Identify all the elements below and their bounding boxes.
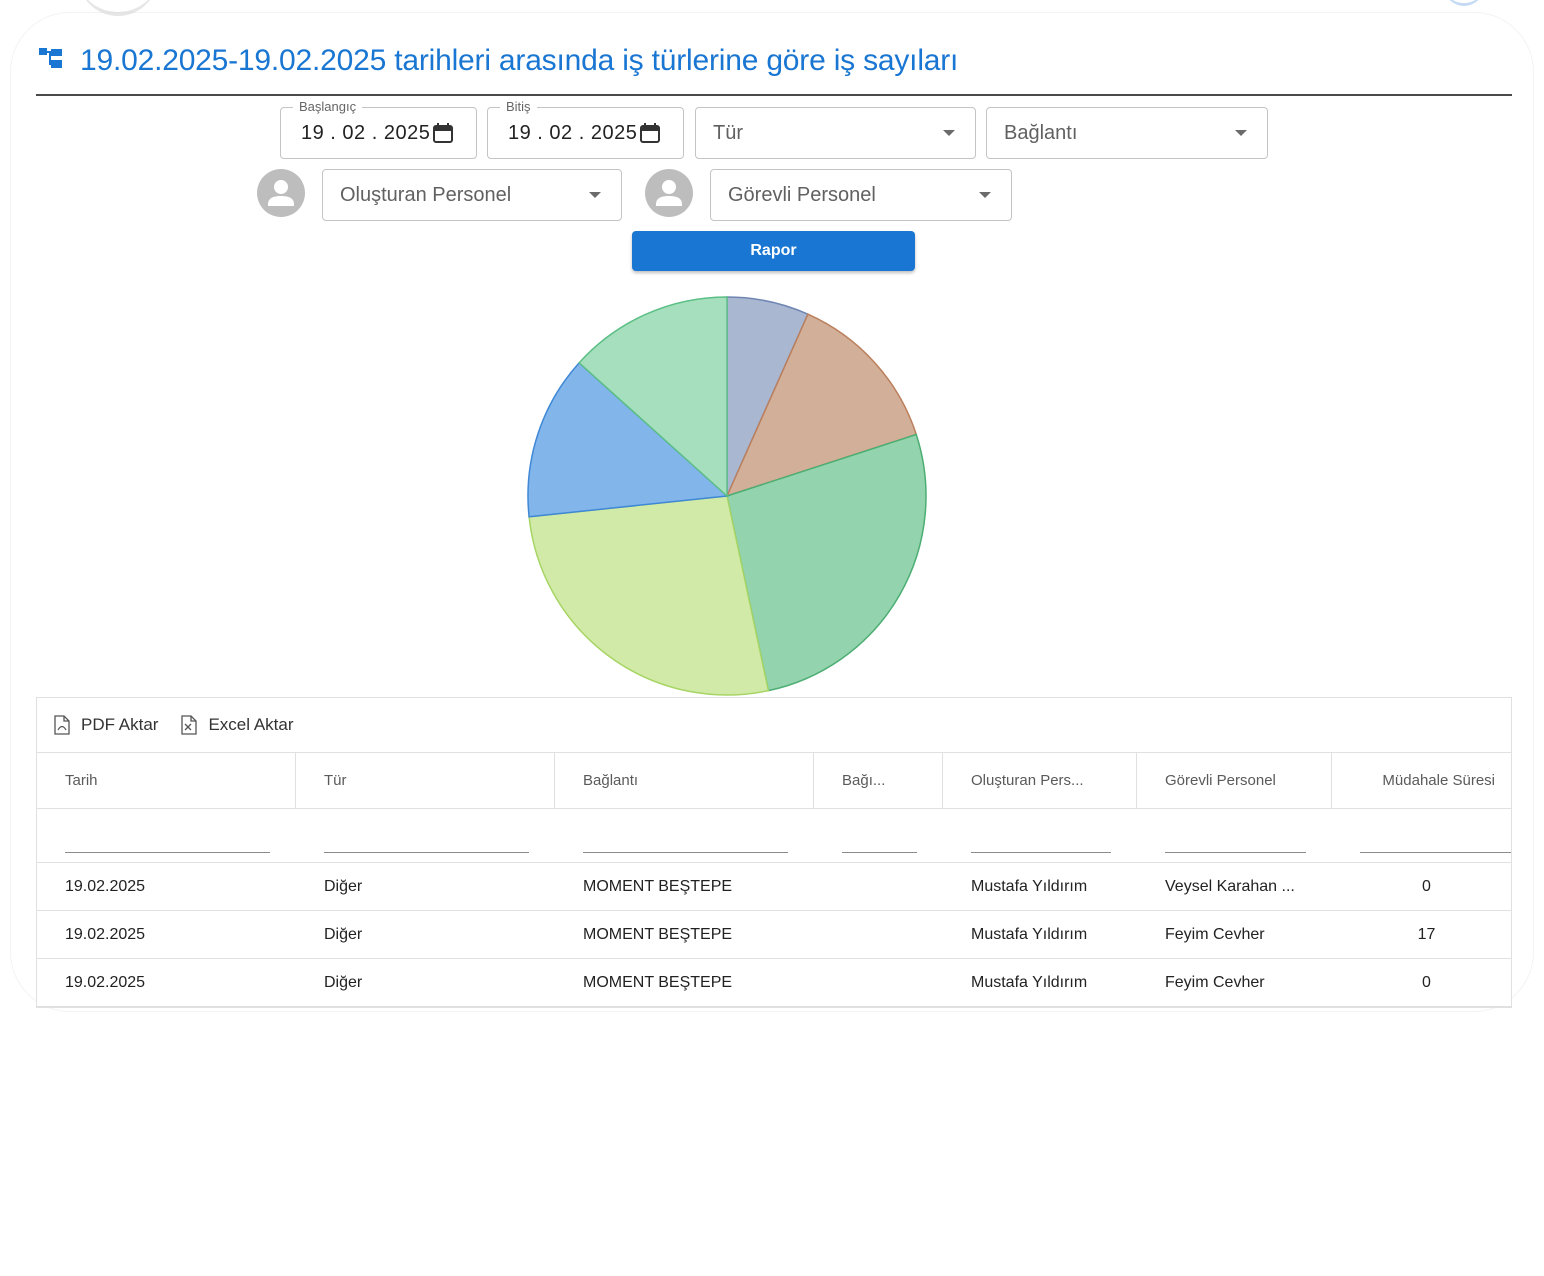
- cell-connection: MOMENT BEŞTEPE: [583, 877, 733, 895]
- cell-creator: Mustafa Yıldırım: [971, 973, 1088, 991]
- start-date-label: Başlangıç: [293, 99, 363, 114]
- column-header-assignee[interactable]: Görevli Personel: [1137, 753, 1332, 808]
- report-button[interactable]: Rapor: [632, 231, 915, 271]
- cell-assignee: Feyim Cevher: [1165, 925, 1265, 943]
- cell-date: 19.02.2025: [65, 877, 146, 895]
- assignee-select[interactable]: Görevli Personel: [710, 169, 1012, 221]
- cell-type: Diğer: [324, 877, 363, 895]
- decorative-arc: [78, 0, 158, 16]
- chevron-down-icon: [589, 192, 601, 198]
- column-header-connection-2[interactable]: Bağı...: [814, 753, 943, 808]
- end-date-label: Bitiş: [500, 99, 537, 114]
- pie-slice-4[interactable]: [528, 495, 770, 696]
- filter-input-type[interactable]: [296, 809, 555, 862]
- page-header: 19.02.2025-19.02.2025 tarihleri arasında…: [36, 40, 1512, 96]
- table-row[interactable]: 19.02.2025 Diğer MOMENT BEŞTEPE Mustafa …: [37, 959, 1511, 1007]
- filter-input-assignee[interactable]: [1137, 809, 1332, 862]
- cell-date: 19.02.2025: [65, 925, 146, 943]
- page-title: 19.02.2025-19.02.2025 tarihleri arasında…: [80, 44, 959, 77]
- cell-type: Diğer: [324, 925, 363, 943]
- cell-date: 19.02.2025: [65, 973, 146, 991]
- grid-toolbar: PDF Aktar Excel Aktar: [37, 698, 1511, 753]
- pdf-icon: [54, 715, 70, 735]
- chevron-down-icon: [943, 130, 955, 136]
- grid-header-row: Tarih Tür Bağlantı Bağı... Oluşturan Per…: [37, 753, 1511, 809]
- end-date-value: 19 . 02 . 2025: [508, 121, 638, 144]
- excel-export-button[interactable]: Excel Aktar: [180, 715, 294, 735]
- cell-connection-2: [814, 911, 943, 958]
- connection-select[interactable]: Bağlantı: [986, 107, 1268, 159]
- assignee-avatar-icon: [645, 169, 693, 217]
- creator-avatar-icon: [257, 169, 305, 217]
- cell-connection-2: [814, 959, 943, 1006]
- filter-input-duration[interactable]: [1332, 809, 1511, 862]
- cell-connection: MOMENT BEŞTEPE: [583, 925, 733, 943]
- column-header-creator[interactable]: Oluşturan Pers...: [943, 753, 1137, 808]
- chevron-down-icon: [1235, 130, 1247, 136]
- table-row[interactable]: 19.02.2025 Diğer MOMENT BEŞTEPE Mustafa …: [37, 863, 1511, 911]
- cell-type: Diğer: [324, 973, 363, 991]
- cell-creator: Mustafa Yıldırım: [971, 925, 1088, 943]
- excel-export-label: Excel Aktar: [208, 715, 294, 734]
- start-date-value: 19 . 02 . 2025: [301, 121, 431, 144]
- pie-chart: [527, 296, 927, 696]
- end-date-field[interactable]: Bitiş 19 . 02 . 2025: [487, 99, 684, 159]
- pdf-export-label: PDF Aktar: [81, 715, 159, 734]
- chevron-down-icon: [979, 192, 991, 198]
- filter-input-connection-2[interactable]: [814, 809, 943, 862]
- hierarchy-icon: [39, 48, 62, 68]
- cell-creator: Mustafa Yıldırım: [971, 877, 1088, 895]
- cell-connection-2: [814, 863, 943, 910]
- excel-icon: [181, 715, 198, 735]
- column-header-date[interactable]: Tarih: [37, 753, 296, 808]
- cell-duration: 17: [1417, 925, 1436, 943]
- calendar-icon[interactable]: [432, 122, 454, 144]
- cell-duration: 0: [1422, 973, 1431, 991]
- grid-filter-row: [37, 809, 1511, 863]
- cell-connection: MOMENT BEŞTEPE: [583, 973, 733, 991]
- column-header-type[interactable]: Tür: [296, 753, 555, 808]
- filter-input-connection[interactable]: [555, 809, 814, 862]
- type-select-placeholder: Tür: [713, 121, 743, 144]
- cell-assignee: Veysel Karahan ...: [1165, 877, 1295, 895]
- table-row[interactable]: 19.02.2025 Diğer MOMENT BEŞTEPE Mustafa …: [37, 911, 1511, 959]
- assignee-select-placeholder: Görevli Personel: [728, 183, 876, 206]
- cell-assignee: Feyim Cevher: [1165, 973, 1265, 991]
- data-grid: PDF Aktar Excel Aktar Tarih Tür Bağlantı…: [36, 697, 1512, 1008]
- calendar-icon[interactable]: [639, 122, 661, 144]
- start-date-field[interactable]: Başlangıç 19 . 02 . 2025: [280, 99, 477, 159]
- creator-select[interactable]: Oluşturan Personel: [322, 169, 622, 221]
- filter-input-creator[interactable]: [943, 809, 1137, 862]
- type-select[interactable]: Tür: [695, 107, 976, 159]
- column-header-connection[interactable]: Bağlantı: [555, 753, 814, 808]
- column-header-duration[interactable]: Müdahale Süresi: [1332, 753, 1511, 808]
- connection-select-placeholder: Bağlantı: [1004, 121, 1078, 144]
- cell-duration: 0: [1422, 877, 1431, 895]
- reflection-fade: [0, 1010, 1544, 1276]
- creator-select-placeholder: Oluşturan Personel: [340, 183, 512, 206]
- pdf-export-button[interactable]: PDF Aktar: [53, 715, 158, 735]
- decorative-arc: [1444, 0, 1484, 6]
- filter-input-date[interactable]: [37, 809, 296, 862]
- report-page: 19.02.2025-19.02.2025 tarihleri arasında…: [0, 0, 1544, 1276]
